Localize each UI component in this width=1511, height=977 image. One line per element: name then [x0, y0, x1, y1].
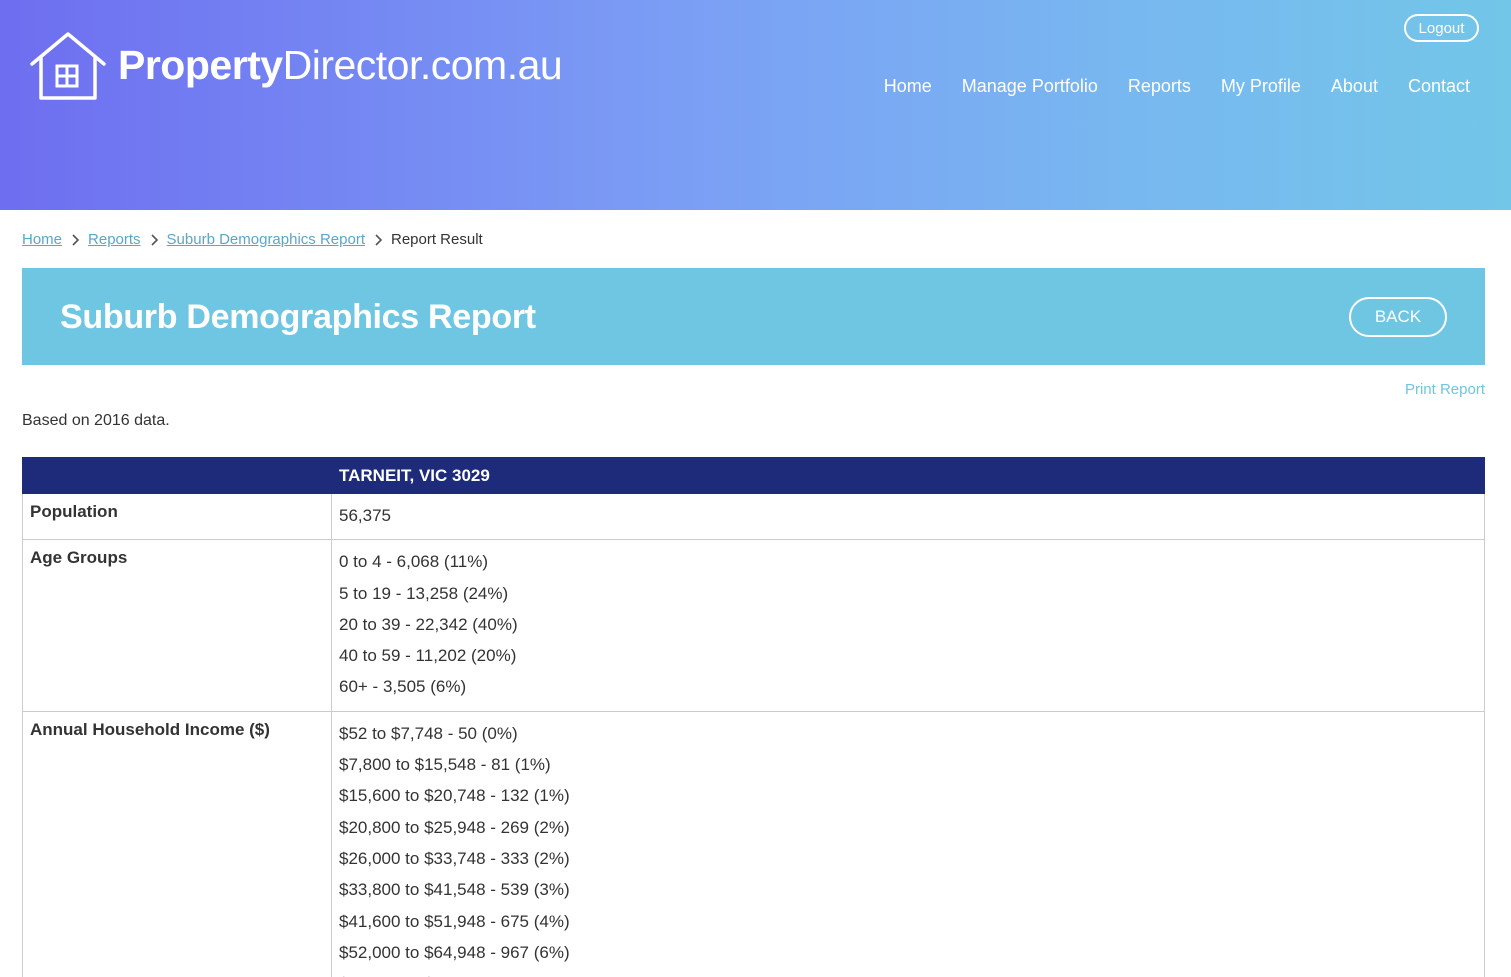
page-title: Suburb Demographics Report [60, 298, 536, 336]
nav-home[interactable]: Home [884, 76, 932, 97]
nav-about[interactable]: About [1331, 76, 1378, 97]
logo-text: PropertyDirector.com.au [118, 41, 563, 88]
nav-reports[interactable]: Reports [1128, 76, 1191, 97]
nav-manage-portfolio[interactable]: Manage Portfolio [962, 76, 1098, 97]
row-value-line: 56,375 [339, 506, 391, 525]
row-value-line: $20,800 to $25,948 - 269 (2%) [339, 817, 570, 837]
row-value-line: 5 to 19 - 13,258 (24%) [339, 583, 509, 603]
demographics-table: TARNEIT, VIC 3029 Population 56,375 Age Gr… [22, 457, 1485, 977]
row-value-line: $7,800 to $15,548 - 81 (1%) [339, 755, 551, 775]
table-row: Age Groups 0 to 4 - 6,068 (11%) 5 to 19 - … [22, 539, 1485, 712]
chevron-right-icon [375, 233, 383, 246]
breadcrumb-reports[interactable]: Reports [88, 231, 141, 248]
data-source-note: Based on 2016 data. [22, 412, 170, 429]
row-values: 0 to 4 - 6,068 (11%) 5 to 19 - 13,258 (24… [331, 539, 1485, 712]
table-header-location: TARNEIT, VIC 3029 [331, 457, 1485, 494]
row-value-line: $15,600 to $20,748 - 132 (1%) [339, 786, 570, 806]
print-report-link[interactable]: Print Report [1405, 381, 1485, 398]
row-label: Age Groups [22, 539, 332, 712]
table-body: Population 56,375 Age Groups 0 to 4 - 6,068… [22, 492, 1485, 977]
row-values: 56,375 [331, 492, 1485, 541]
nav-contact[interactable]: Contact [1408, 76, 1470, 97]
table-row: Population 56,375 [22, 492, 1485, 541]
row-value-line: 0 to 4 - 6,068 (11%) [339, 552, 488, 572]
breadcrumb-home[interactable]: Home [22, 231, 62, 248]
chevron-right-icon [72, 233, 80, 246]
breadcrumb-suburb-demographics[interactable]: Suburb Demographics Report [167, 231, 365, 248]
row-value-line: $41,600 to $51,948 - 675 (4%) [339, 911, 570, 931]
row-value-line: 20 to 39 - 22,342 (40%) [339, 614, 518, 634]
row-value-line: $65,000 to $77,948 - 1,284 (8%) [339, 968, 1477, 977]
row-value-line: $52,000 to $64,948 - 967 (6%) [339, 942, 570, 962]
nav-my-profile[interactable]: My Profile [1221, 76, 1301, 97]
row-label: Annual Household Income ($) [22, 710, 332, 977]
row-value-line: 60+ - 3,505 (6%) [339, 677, 467, 697]
site-header: PropertyDirector.com.au Logout Home Mana… [0, 0, 1511, 210]
logo-text-rest: Director.com.au [282, 41, 563, 88]
row-label: Population [22, 492, 332, 541]
report-banner: Suburb Demographics Report BACK [22, 268, 1485, 365]
table-header-empty [22, 457, 332, 494]
site-logo[interactable]: PropertyDirector.com.au [28, 28, 563, 102]
row-value-line: $26,000 to $33,748 - 333 (2%) [339, 848, 570, 868]
row-value-line: $52 to $7,748 - 50 (0%) [339, 723, 518, 743]
table-header-row: TARNEIT, VIC 3029 [22, 457, 1485, 494]
row-value-line: $33,800 to $41,548 - 539 (3%) [339, 880, 570, 900]
chevron-right-icon [150, 233, 158, 246]
back-button[interactable]: BACK [1349, 297, 1447, 337]
main-nav: Home Manage Portfolio Reports My Profile… [854, 76, 1470, 97]
row-values: $52 to $7,748 - 50 (0%) $7,800 to $15,548… [331, 710, 1485, 977]
breadcrumb: Home Reports Suburb Demographics Report … [22, 231, 483, 248]
logo-text-bold: Property [118, 41, 283, 88]
row-value-line: 40 to 59 - 11,202 (20%) [339, 646, 517, 666]
logout-button[interactable]: Logout [1404, 14, 1479, 42]
table-row: Annual Household Income ($) $52 to $7,748… [22, 710, 1485, 977]
breadcrumb-current: Report Result [390, 231, 483, 248]
house-icon [30, 32, 106, 100]
